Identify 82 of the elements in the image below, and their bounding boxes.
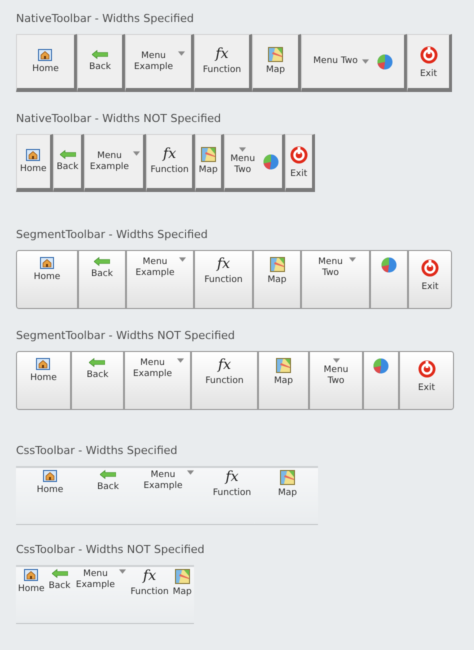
home-icon [42, 470, 57, 482]
pie-chart-icon [376, 54, 393, 70]
home-icon [26, 148, 40, 160]
toolbar-button[interactable]: Menu Example [84, 134, 146, 192]
toolbar-button[interactable]: Menu Two [301, 34, 407, 92]
toolbar-button[interactable]: fx Function [146, 134, 195, 192]
map-icon [270, 257, 284, 272]
toolbar-button[interactable]: Menu Example [126, 250, 194, 309]
toolbar-button[interactable] [370, 250, 408, 309]
toolbar-button[interactable]: Back [84, 468, 132, 493]
map-icon [280, 470, 295, 485]
toolbar-button[interactable]: fx Function [204, 468, 260, 499]
section-title: CssToolbar - Widths Specified [16, 444, 178, 458]
toolbar-button[interactable]: fx Function [128, 567, 171, 598]
toolbar-button[interactable]: Map [253, 250, 301, 309]
caret-down-icon [362, 59, 369, 64]
toolbar-button[interactable]: Back [78, 250, 126, 309]
toolbar-button[interactable]: Exit [284, 134, 315, 192]
caret-down-icon [178, 50, 184, 56]
toolbar-button[interactable]: Home [16, 134, 53, 192]
toolbar-button[interactable]: Menu Example [72, 567, 128, 591]
arrow-left-icon [52, 569, 68, 578]
toolbar-button[interactable] [363, 351, 399, 410]
map-icon [268, 47, 283, 62]
arrow-left-icon [89, 358, 106, 367]
toolbar-button[interactable]: Home [16, 250, 78, 309]
home-icon [24, 569, 38, 581]
home-icon [36, 358, 50, 370]
toolbar-button[interactable]: Menu Example [124, 351, 191, 410]
caret-down-icon [348, 257, 356, 262]
arrow-left-icon [60, 150, 76, 159]
toolbar-button[interactable]: Map [260, 468, 315, 499]
section-title: SegmentToolbar - Widths NOT Specified [16, 329, 235, 343]
caret-down-icon [176, 358, 184, 363]
arrow-left-icon [92, 50, 108, 59]
toolbar-button[interactable]: fx Function [194, 250, 253, 309]
toolbar-button[interactable]: Home [16, 468, 84, 496]
power-icon [420, 257, 440, 277]
power-icon [416, 358, 436, 378]
toolbar-button[interactable]: Home [16, 34, 77, 92]
toolbar-button[interactable]: Home [16, 351, 71, 410]
toolbar-button[interactable]: Menu Example [125, 34, 194, 92]
arrow-left-icon [94, 257, 110, 266]
caret-down-icon [119, 569, 126, 574]
pie-chart-icon [262, 154, 279, 170]
map-icon [174, 569, 190, 584]
section-title: NativeToolbar - Widths NOT Specified [16, 112, 221, 126]
section-title: CssToolbar - Widths NOT Specified [16, 543, 205, 557]
toolbar-button[interactable]: Back [46, 567, 72, 592]
power-icon [288, 144, 309, 164]
power-icon [418, 44, 438, 64]
toolbar-button[interactable]: Menu Two [224, 134, 285, 192]
home-icon [40, 257, 54, 269]
toolbar-button[interactable]: Exit [399, 351, 454, 410]
caret-down-icon [332, 358, 340, 363]
toolbar-button[interactable]: Back [77, 34, 125, 92]
toolbar-button[interactable]: Home [16, 567, 47, 595]
toolbar-button[interactable]: Menu Example [132, 468, 204, 492]
section-title: SegmentToolbar - Widths Specified [16, 228, 208, 242]
home-icon [38, 48, 52, 60]
map-icon [200, 147, 216, 162]
toolbar-button[interactable]: fx Function [191, 351, 258, 410]
caret-down-icon [179, 257, 186, 262]
toolbar-button[interactable]: Map [194, 134, 224, 192]
caret-down-icon [133, 150, 140, 156]
map-icon [276, 358, 291, 373]
toolbar-button[interactable]: Menu Two [309, 351, 363, 410]
caret-down-icon [239, 147, 246, 152]
toolbar-button[interactable]: Menu Two [301, 250, 370, 309]
section-title: NativeToolbar - Widths Specified [16, 12, 194, 26]
pie-chart-icon [373, 358, 389, 374]
toolbar-button[interactable]: Map [252, 34, 301, 92]
toolbar-button[interactable]: Back [52, 134, 84, 192]
pie-chart-icon [381, 257, 397, 273]
toolbar-button[interactable]: Exit [408, 250, 452, 309]
toolbar-button[interactable]: Exit [407, 34, 452, 92]
toolbar-button[interactable]: Map [170, 567, 194, 598]
toolbar-button[interactable]: Back [71, 351, 124, 410]
toolbar-button[interactable]: Map [258, 351, 309, 410]
toolbar-button[interactable]: fx Function [194, 34, 252, 92]
arrow-left-icon [100, 470, 116, 479]
caret-down-icon [187, 470, 194, 475]
